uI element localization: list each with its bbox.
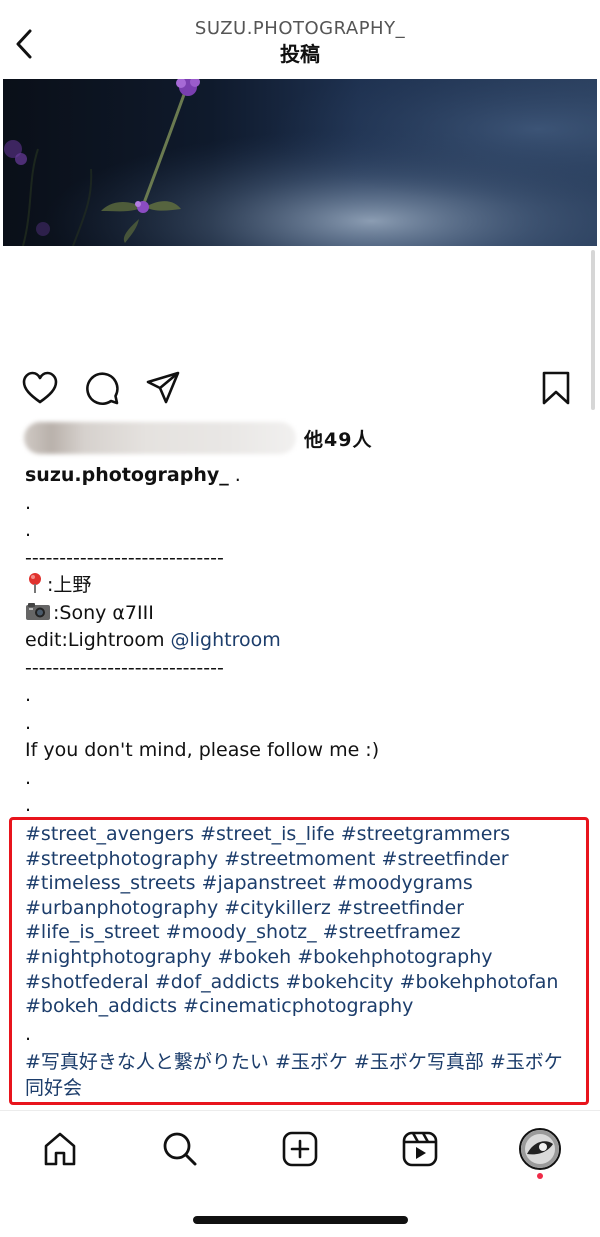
caption-follow-text: If you don't mind, please follow me :) [25, 739, 380, 761]
post-photo[interactable] [3, 79, 597, 246]
like-button[interactable] [18, 366, 62, 410]
caption-dot: . [25, 711, 32, 734]
liked-by-blurred [24, 422, 296, 454]
caption-dot: . [25, 491, 32, 514]
post-actions [0, 362, 600, 412]
header-account-name: SUZU.PHOTOGRAPHY_ [194, 18, 406, 39]
caption-dot: . [25, 766, 32, 789]
share-button[interactable] [141, 366, 185, 410]
caption-location: :上野 [47, 574, 92, 596]
comment-icon [86, 372, 119, 406]
caption-divider: ----------------------------- [25, 656, 224, 679]
caption-text: . [228, 464, 241, 486]
search-icon [163, 1132, 197, 1166]
nav-reels[interactable] [396, 1125, 444, 1173]
comment-button[interactable] [80, 366, 124, 410]
caption-camera: :Sony α7III [53, 601, 154, 624]
mention-link[interactable]: @lightroom [171, 629, 281, 651]
bottom-navigation [0, 1111, 600, 1191]
caption-username[interactable]: suzu.photography_ [25, 464, 229, 486]
paper-plane-icon [146, 371, 180, 404]
header-bar: SUZU.PHOTOGRAPHY_ 投稿 [0, 0, 600, 78]
caption-dot: . [25, 684, 32, 706]
home-icon [44, 1132, 76, 1166]
caption-dot: . [25, 519, 32, 541]
post-image-area [0, 246, 600, 361]
hashtag-highlight-box [9, 817, 589, 1105]
caption-edit: edit:Lightroom [25, 629, 171, 651]
post-caption: suzu.photography_ . . . ----------------… [25, 462, 585, 820]
nav-search[interactable] [156, 1125, 204, 1173]
nav-home[interactable] [36, 1125, 84, 1173]
pin-icon [29, 573, 41, 593]
nav-create[interactable] [276, 1125, 324, 1173]
reels-icon [402, 1131, 438, 1167]
home-indicator [193, 1216, 408, 1224]
camera-icon [26, 602, 50, 620]
notification-dot [537, 1173, 543, 1179]
nav-profile[interactable] [516, 1125, 564, 1173]
caption-dot: . [25, 794, 32, 816]
bookmark-icon [542, 371, 570, 405]
heart-icon [22, 371, 58, 404]
caption-divider: ----------------------------- [25, 546, 224, 569]
save-button[interactable] [534, 366, 578, 410]
page-title: 投稿 [280, 42, 320, 66]
plus-square-icon [282, 1131, 318, 1167]
likes-others-count: 他49人 [304, 428, 373, 451]
likes-row[interactable]: 他49人 [24, 420, 372, 456]
profile-avatar [519, 1128, 561, 1170]
